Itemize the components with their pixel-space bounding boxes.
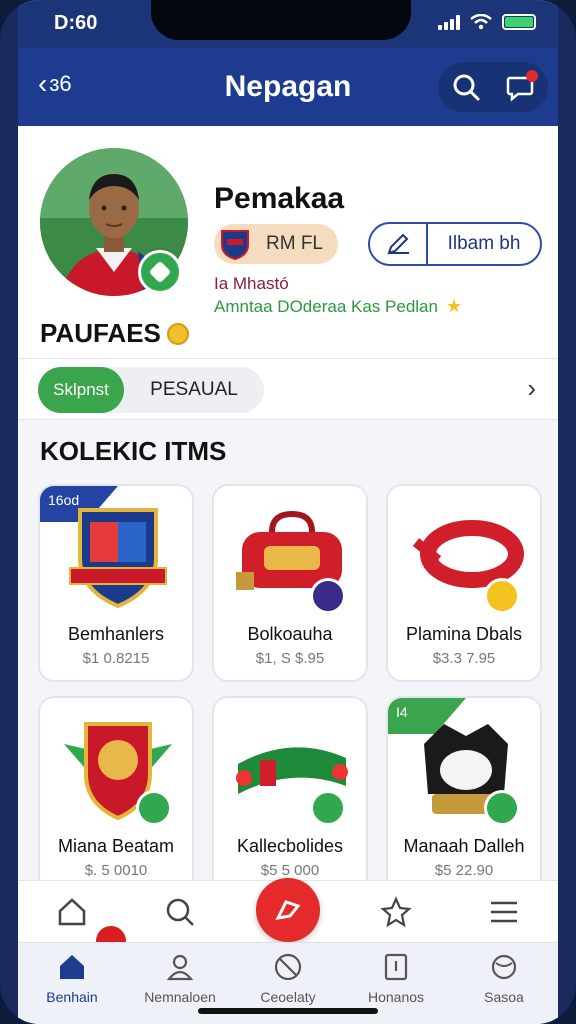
tab-label: Benhain (46, 989, 98, 1005)
club-pill[interactable]: RM FL (214, 224, 338, 264)
item-badge-icon (484, 578, 520, 614)
item-name: Bemhanlers (67, 624, 165, 644)
star-outline-icon[interactable] (379, 895, 413, 929)
center-action-button[interactable] (256, 878, 320, 942)
notifications-button[interactable] (504, 70, 538, 104)
segmented-control: Sklpnst PESAUAL (38, 367, 264, 413)
star-icon: ★ (445, 296, 463, 316)
coin-icon (166, 322, 189, 345)
item-price: $. 5 0010 (84, 862, 148, 879)
chevron-right-icon[interactable]: › (527, 373, 536, 404)
profile-subtitle: Ia Mhastó (214, 274, 289, 293)
tab-label: Nemnaloen (144, 989, 216, 1005)
item-badge-icon (310, 790, 346, 826)
tab-home[interactable]: Benhain (18, 943, 126, 1024)
app-screen: D:60 ‹ ɜ6 Nepagan Pemakaa RM FL Ilbam bh… (18, 0, 558, 1024)
item-name: Bolkoauha (247, 624, 333, 644)
notification-dot (525, 70, 538, 82)
item-card[interactable]: Bolkoauha $1, S $.95 (212, 484, 368, 682)
app-header: ‹ ɜ6 Nepagan (18, 48, 558, 126)
camera-notch (151, 0, 411, 40)
tab-label: Sasoa (484, 989, 524, 1005)
filter-row: Sklpnst PESAUAL › (18, 358, 558, 420)
shield-crest-icon (69, 508, 167, 609)
battery-icon (502, 14, 536, 30)
item-name: Manaah Dalleh (403, 836, 525, 856)
section-heading-paufaes-text: PAUFAES (40, 318, 161, 348)
phone-frame: D:60 ‹ ɜ6 Nepagan Pemakaa RM FL Ilbam bh… (0, 0, 576, 1024)
search-button[interactable] (449, 70, 483, 104)
home-outline-icon[interactable] (55, 895, 89, 929)
profile-description: Amntaa DOderaa Kas Pedlan ★ (214, 296, 462, 317)
item-price: $3.3 7.95 (432, 650, 496, 667)
document-icon (384, 953, 408, 981)
signal-icon (438, 14, 460, 30)
status-time: D:60 (54, 12, 98, 34)
item-badge-icon (310, 578, 346, 614)
menu-icon[interactable] (487, 895, 521, 929)
segment-inactive[interactable]: PESAUAL (124, 379, 264, 401)
ball-icon (491, 954, 517, 980)
home-indicator (198, 1008, 378, 1014)
item-name: Kallecbolides (236, 836, 344, 856)
segment-active[interactable]: Sklpnst (38, 367, 124, 413)
block-icon (274, 953, 302, 981)
tab-label: Honanos (367, 989, 425, 1005)
status-icons (438, 14, 536, 30)
edit-profile-label: Ilbam bh (447, 233, 521, 254)
item-card[interactable]: Miana Beatam $. 5 0010 (38, 696, 194, 894)
edit-profile-button[interactable]: Ilbam bh (368, 222, 542, 266)
user-icon (166, 954, 194, 981)
item-name: Miana Beatam (57, 836, 175, 856)
item-card[interactable]: Plamina Dbals $3.3 7.95 (386, 484, 542, 682)
item-badge-icon (484, 790, 520, 826)
item-badge-icon (136, 790, 172, 826)
search-icon (453, 74, 479, 101)
item-card[interactable]: I4 Manaah Dalleh $5 22.90 (386, 696, 542, 894)
item-price: $5 22.90 (434, 862, 494, 879)
item-name: Plamina Dbals (405, 624, 523, 644)
club-crest-icon (221, 230, 249, 261)
edit-icon (387, 233, 409, 255)
wifi-icon (470, 14, 492, 30)
item-price: $1 0.8215 (82, 650, 150, 667)
section-heading-paufaes: PAUFAES (40, 318, 189, 349)
item-price: $5 5 000 (260, 862, 320, 879)
ball-icon (275, 900, 301, 920)
profile-name: Pemakaa (214, 182, 345, 215)
item-card[interactable]: 16od Bemhanlers $1 0.8215 (38, 484, 194, 682)
profile-description-text: Amntaa DOderaa Kas Pedlan (214, 296, 438, 316)
item-card[interactable]: Kallecbolides $5 5 000 (212, 696, 368, 894)
section-heading-collection: KOLEKIC ITMS (40, 436, 227, 466)
home-icon (60, 955, 84, 979)
header-actions (438, 62, 548, 112)
status-bar: D:60 (18, 0, 558, 48)
item-price: $1, S $.95 (255, 650, 325, 667)
verified-badge-icon (138, 250, 182, 294)
club-label: RM FL (266, 233, 323, 254)
search-icon[interactable] (163, 895, 197, 929)
tab-sport[interactable]: Sasoa (450, 943, 558, 1024)
profile-card: Pemakaa RM FL Ilbam bh Ia Mhastó Amntaa … (18, 126, 558, 358)
tab-label: Ceoelaty (260, 989, 316, 1005)
